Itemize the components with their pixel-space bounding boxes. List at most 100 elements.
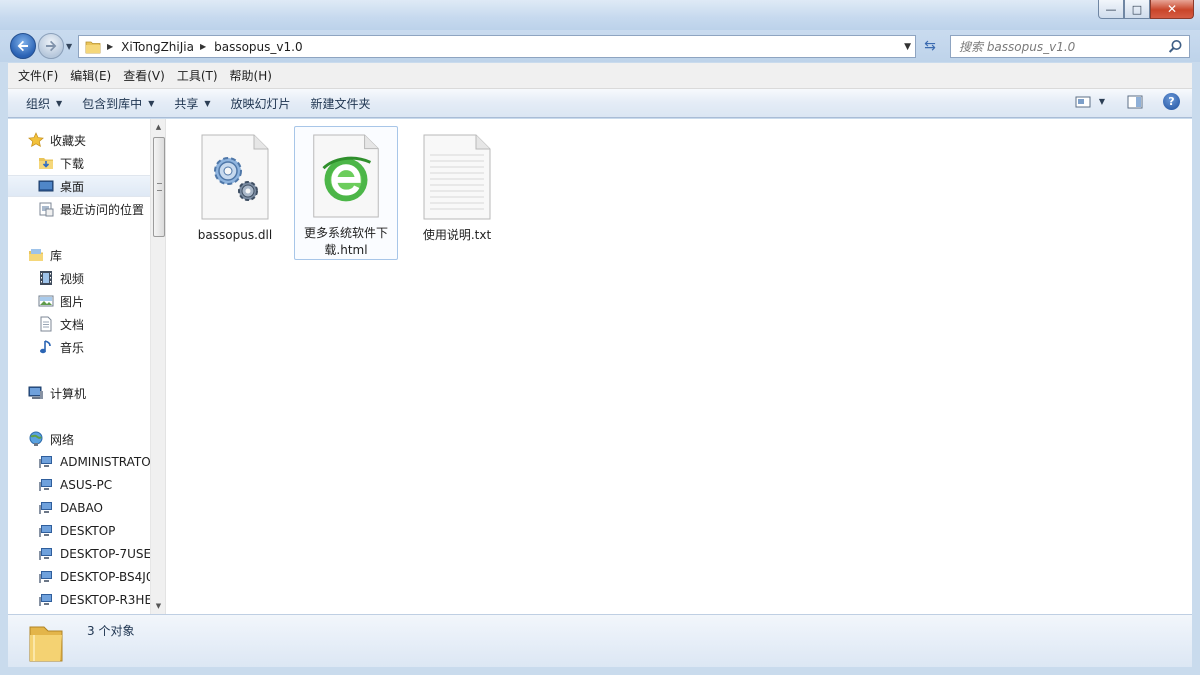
item-count: 3 个对象: [87, 624, 135, 638]
share-button[interactable]: 共享 ▼: [166, 95, 222, 112]
nav-network-pc[interactable]: DESKTOP: [8, 520, 150, 542]
breadcrumb-xitongzhijia[interactable]: XiTongZhiJia: [121, 40, 194, 54]
nav-music-label: 音乐: [60, 340, 85, 355]
text-file-icon: [423, 134, 491, 220]
window-controls: — □ ✕: [1098, 0, 1194, 19]
nav-documents[interactable]: 文档: [8, 313, 150, 335]
file-item[interactable]: 使用说明.txt: [405, 126, 509, 260]
folder-icon: [29, 626, 63, 662]
back-button[interactable]: [10, 33, 36, 59]
file-name: 更多系统软件下载.html: [303, 226, 388, 257]
address-bar[interactable]: ▶ XiTongZhiJia ▶ bassopus_v1.0 ▼: [78, 35, 916, 58]
nav-downloads-label: 下载: [60, 156, 85, 171]
file-name: 使用说明.txt: [422, 228, 492, 242]
grip-icon: [157, 183, 162, 191]
nav-network-pc[interactable]: ASUS-PC: [8, 474, 150, 496]
nav-pictures-label: 图片: [60, 294, 85, 309]
menu-edit[interactable]: 编辑(E): [64, 67, 117, 84]
network-computer-icon: [39, 479, 52, 491]
close-button[interactable]: ✕: [1150, 0, 1194, 19]
pane-splitter[interactable]: [165, 119, 166, 614]
browser-e-icon: [313, 134, 379, 218]
nav-scrollbar[interactable]: ▲ ▼: [150, 119, 165, 614]
nav-computer-label: 计算机: [50, 386, 87, 401]
network-computer-icon: [39, 525, 52, 537]
nav-network[interactable]: 网络: [8, 428, 150, 450]
nav-network-label: 网络: [50, 432, 75, 447]
nav-pictures[interactable]: 图片: [8, 290, 150, 312]
nav-desktop[interactable]: 桌面: [8, 175, 150, 197]
scroll-down-icon[interactable]: ▼: [151, 598, 166, 614]
network-computer-icon: [39, 502, 52, 514]
nav-desktop-label: 桌面: [60, 179, 85, 194]
nav-network-pc[interactable]: DABAO: [8, 497, 150, 519]
network-computer-icon: [39, 548, 52, 560]
scroll-up-icon[interactable]: ▲: [151, 119, 166, 135]
forward-button[interactable]: [38, 33, 64, 59]
nav-network-pc[interactable]: DESKTOP-7USE: [8, 543, 150, 565]
scroll-thumb[interactable]: [153, 137, 165, 237]
breadcrumb-separator[interactable]: ▶: [200, 42, 206, 51]
search-box: [950, 35, 1190, 58]
include-library-label: 包含到库中: [82, 96, 143, 111]
menu-view[interactable]: 查看(V): [117, 67, 171, 84]
view-options-dropdown[interactable]: ▼: [1099, 97, 1105, 106]
help-icon[interactable]: ?: [1163, 93, 1180, 110]
nav-libraries-label: 库: [50, 248, 63, 263]
arrow-left-icon: [17, 40, 28, 52]
desktop-icon: [38, 180, 54, 192]
caret-down-icon: ▼: [148, 98, 155, 108]
file-item[interactable]: 更多系统软件下载.html: [294, 126, 398, 260]
menu-tools[interactable]: 工具(T): [171, 67, 224, 84]
address-history-dropdown[interactable]: ▼: [904, 42, 911, 52]
close-icon: ✕: [1166, 2, 1178, 16]
network-computer-icon: [39, 571, 52, 583]
explorer-body: 收藏夹 下载 桌面 最近访问的位置 库 视频 图片 文档 音乐 计算机 网络 A…: [8, 119, 1192, 614]
nav-music[interactable]: 音乐: [8, 336, 150, 358]
caret-down-icon: ▼: [56, 98, 63, 108]
downloads-folder-icon: [39, 158, 53, 169]
refresh-icon: ⇆: [924, 38, 936, 54]
nav-videos-label: 视频: [60, 271, 85, 286]
include-in-library-button[interactable]: 包含到库中 ▼: [74, 95, 166, 112]
title-bar: — □ ✕: [0, 0, 1200, 30]
slideshow-label: 放映幻灯片: [230, 96, 291, 111]
preview-pane-icon[interactable]: [1127, 95, 1143, 109]
change-view-icon[interactable]: [1075, 95, 1091, 109]
nav-computer[interactable]: 计算机: [8, 382, 150, 404]
nav-recent-places[interactable]: 最近访问的位置: [8, 198, 150, 220]
breadcrumb-separator[interactable]: ▶: [107, 42, 113, 51]
address-row: ▼ ▶ XiTongZhiJia ▶ bassopus_v1.0 ▼ ⇆: [0, 30, 1200, 62]
new-folder-button[interactable]: 新建文件夹: [303, 95, 383, 112]
nav-downloads[interactable]: 下载: [8, 152, 150, 174]
nav-network-pc[interactable]: DESKTOP-R3HE: [8, 589, 150, 611]
search-input[interactable]: [959, 39, 1159, 54]
search-icon[interactable]: [1168, 39, 1183, 54]
minimize-button[interactable]: —: [1098, 0, 1124, 19]
nav-videos[interactable]: 视频: [8, 267, 150, 289]
breadcrumb-current-folder[interactable]: bassopus_v1.0: [214, 40, 302, 54]
nav-favorites-label: 收藏夹: [50, 133, 87, 148]
file-item[interactable]: bassopus.dll: [183, 126, 287, 260]
nav-network-pc-label: DESKTOP-7USE: [60, 547, 150, 561]
share-label: 共享: [174, 96, 199, 111]
nav-network-pc[interactable]: DESKTOP-BS4J0: [8, 566, 150, 588]
recent-places-icon: [39, 202, 54, 217]
new-folder-label: 新建文件夹: [310, 96, 371, 111]
maximize-button[interactable]: □: [1124, 0, 1150, 19]
command-bar: 组织 ▼ 包含到库中 ▼ 共享 ▼ 放映幻灯片 新建文件夹 ▼ ?: [8, 89, 1192, 118]
slideshow-button[interactable]: 放映幻灯片: [223, 95, 303, 112]
menu-help[interactable]: 帮助(H): [224, 67, 278, 84]
nav-libraries[interactable]: 库: [8, 244, 150, 266]
menu-file[interactable]: 文件(F): [12, 67, 64, 84]
nav-network-pc[interactable]: ADMINISTRATOR: [8, 451, 150, 473]
nav-favorites[interactable]: 收藏夹: [8, 129, 150, 151]
dll-gear-icon: [201, 134, 269, 220]
nav-network-pc-label: DESKTOP: [60, 524, 116, 538]
refresh-button[interactable]: ⇆: [920, 38, 940, 56]
computer-icon: [28, 386, 43, 399]
network-computer-icon: [39, 456, 52, 468]
organize-button[interactable]: 组织 ▼: [18, 95, 74, 112]
nav-documents-label: 文档: [60, 317, 85, 332]
recent-pages-dropdown[interactable]: ▼: [66, 42, 72, 51]
